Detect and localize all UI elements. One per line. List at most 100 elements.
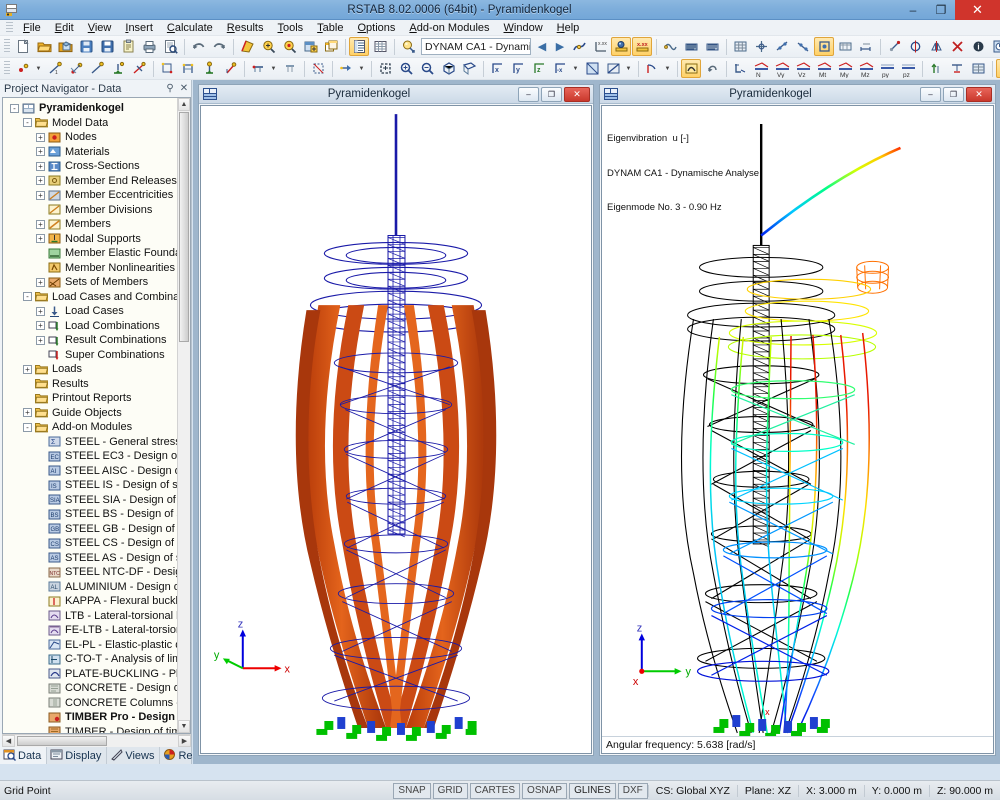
zoom-target-icon[interactable] (279, 37, 299, 56)
menu-item-add-on-modules[interactable]: Add-on Modules (402, 20, 496, 36)
new-document-icon[interactable] (13, 37, 33, 56)
tree-item-member-divisions[interactable]: Member Divisions (5, 203, 190, 218)
support-icon[interactable] (108, 59, 128, 78)
zoom-window-icon[interactable] (396, 59, 416, 78)
mirror-icon[interactable] (926, 37, 946, 56)
tree-item-model-data[interactable]: -Model Data (5, 116, 190, 131)
scroll-right-button[interactable]: ▶ (178, 735, 191, 747)
support-reaction-icon[interactable] (730, 59, 750, 78)
menu-item-help[interactable]: Help (550, 20, 587, 36)
chevron-down-icon[interactable]: ▼ (357, 59, 366, 78)
tree-item-member-eccentricities[interactable]: +Member Eccentricities (5, 188, 190, 203)
chevron-down-icon[interactable]: ▼ (571, 59, 580, 78)
tree-item-members[interactable]: +Members (5, 217, 190, 232)
menu-item-window[interactable]: Window (497, 20, 550, 36)
tree-item-pyramidenkogel[interactable]: -Pyramidenkogel (5, 101, 190, 116)
view-z-icon[interactable]: z (529, 59, 549, 78)
tree-item-concrete-columns-des[interactable]: CONCRETE Columns - Des (5, 696, 190, 711)
tree-item-steel-ntc-df-design-of-s[interactable]: NTCSTEEL NTC-DF - Design of s (5, 565, 190, 580)
expand-toggle-icon[interactable]: + (35, 277, 46, 288)
member-set-icon[interactable] (66, 59, 86, 78)
toolbar-grip-2[interactable] (4, 61, 10, 76)
printout2-icon[interactable] (702, 37, 722, 56)
chevron-down-icon[interactable]: ▼ (663, 59, 672, 78)
tree-item-concrete-design-of-con[interactable]: CONCRETE - Design of con (5, 681, 190, 696)
viewport-restore-button[interactable]: ❐ (541, 87, 562, 102)
navigator-tree-container[interactable]: -Pyramidenkogel-Model Data+Nodes+Materia… (2, 97, 191, 734)
open-folder-icon[interactable] (34, 37, 54, 56)
display-icon[interactable] (603, 59, 623, 78)
cross-icon[interactable] (947, 37, 967, 56)
viewport-close-button[interactable]: ✕ (966, 87, 992, 102)
open-project-icon[interactable] (55, 37, 75, 56)
menu-item-results[interactable]: Results (220, 20, 271, 36)
viewport-eigenmode-canvas[interactable]: x z y x Eigenvibration u (601, 105, 994, 754)
result-force-n-icon[interactable]: N (751, 59, 771, 78)
view-x-icon[interactable]: x (487, 59, 507, 78)
dimension-icon[interactable] (856, 37, 876, 56)
tree-item-load-cases-and-combinations[interactable]: -Load Cases and Combinations (5, 290, 190, 305)
close-icon[interactable]: ✕ (177, 83, 191, 94)
menu-item-options[interactable]: Options (350, 20, 402, 36)
menu-item-calculate[interactable]: Calculate (160, 20, 220, 36)
section-cut-icon[interactable] (308, 59, 328, 78)
menu-grip[interactable] (6, 22, 13, 34)
status-flag-grid[interactable]: GRID (433, 783, 468, 799)
result-force-mt-icon[interactable]: Mt (814, 59, 834, 78)
tree-item-add-on-modules[interactable]: -Add-on Modules (5, 420, 190, 435)
expand-toggle-icon[interactable]: + (35, 335, 46, 346)
info-icon[interactable]: i (968, 37, 988, 56)
box-view-icon[interactable] (438, 59, 458, 78)
panel-toggle-icon[interactable] (996, 59, 1000, 78)
expand-toggle-icon[interactable]: + (22, 407, 33, 418)
expand-toggle-icon[interactable]: + (35, 233, 46, 244)
print-icon[interactable] (139, 37, 159, 56)
tree-item-loads[interactable]: +Loads (5, 362, 190, 377)
status-flag-cartes[interactable]: CARTES (470, 783, 520, 799)
scroll-up-button[interactable]: ▲ (178, 98, 190, 111)
member-grid-icon[interactable] (178, 59, 198, 78)
tree-item-ltb-lateral-torsional-buck[interactable]: LTB - Lateral-torsional buck (5, 609, 190, 624)
table-grid-icon[interactable] (370, 37, 390, 56)
navigator-vertical-scrollbar[interactable]: ▲ ▼ (177, 98, 190, 733)
clipboard-icon[interactable] (118, 37, 138, 56)
wizard-icon[interactable] (300, 37, 320, 56)
scroll-left-button[interactable]: ◀ (2, 735, 15, 747)
node-select-icon[interactable] (157, 59, 177, 78)
result-force-mz-icon[interactable]: Mz (856, 59, 876, 78)
member-extend-icon[interactable] (336, 59, 356, 78)
navigator-tab-display[interactable]: Display (47, 747, 107, 764)
tree-item-member-elastic-foundation[interactable]: Member Elastic Foundation (5, 246, 190, 261)
scroll-down-button[interactable]: ▼ (178, 720, 190, 733)
collapse-toggle-icon[interactable]: - (9, 103, 20, 114)
zoom-out-icon[interactable] (417, 59, 437, 78)
redo-icon[interactable] (209, 37, 229, 56)
tree-item-steel-as-design-of-steel-n[interactable]: ASSTEEL AS - Design of steel n (5, 551, 190, 566)
grid-icon[interactable] (730, 37, 750, 56)
expand-toggle-icon[interactable]: + (35, 132, 46, 143)
result-force-pz-icon[interactable]: pz (898, 59, 918, 78)
toolbar-grip-1[interactable] (4, 39, 10, 54)
member-result-icon[interactable] (926, 59, 946, 78)
viewport-minimize-button[interactable]: – (920, 87, 941, 102)
expand-toggle-icon[interactable]: + (22, 364, 33, 375)
section-icon[interactable] (660, 37, 680, 56)
navigator-tab-data[interactable]: Data (0, 747, 47, 764)
tree-item-steel-gb-design-of-steel-r[interactable]: GBSTEEL GB - Design of steel r (5, 522, 190, 537)
result-force-vy-icon[interactable]: Vy (772, 59, 792, 78)
tables-toggle-icon[interactable] (349, 37, 369, 56)
zoom-plus-icon[interactable] (258, 37, 278, 56)
snap-icon[interactable] (751, 37, 771, 56)
status-flag-osnap[interactable]: OSNAP (522, 783, 567, 799)
tree-item-steel-aisc-design-of-stee[interactable]: AISTEEL AISC - Design of stee (5, 464, 190, 479)
member-release-icon[interactable] (129, 59, 149, 78)
osnap-icon[interactable] (814, 37, 834, 56)
tree-item-timber-design-of-timber[interactable]: TIMBER - Design of timber (5, 725, 190, 735)
numeric-values-icon[interactable]: x.xx (632, 37, 652, 56)
tree-item-nodal-supports[interactable]: +Nodal Supports (5, 232, 190, 247)
result-table-icon[interactable] (968, 59, 988, 78)
member-divide-icon[interactable]: 1 (45, 59, 65, 78)
expand-toggle-icon[interactable]: + (35, 320, 46, 331)
tree-item-aluminium-design-of-alu[interactable]: ALALUMINIUM - Design of alu (5, 580, 190, 595)
hinge-icon[interactable] (248, 59, 268, 78)
